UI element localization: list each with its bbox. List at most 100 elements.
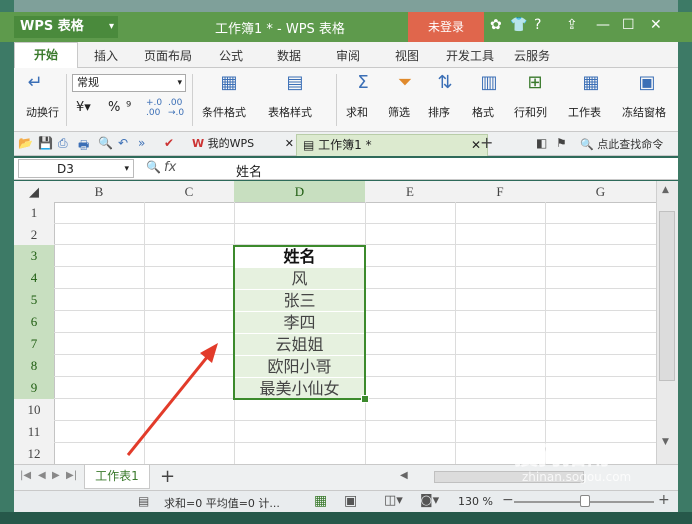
add-sheet-icon[interactable]: + (160, 466, 175, 487)
row-header-12[interactable]: 12 (14, 443, 55, 464)
pdf-icon[interactable]: ⎙ (58, 136, 68, 151)
save-icon[interactable]: 💾 (38, 136, 53, 150)
select-all-corner[interactable]: ◢ (14, 181, 55, 203)
zoom-out-icon[interactable]: − (502, 492, 514, 508)
skin-icon[interactable]: ✿ (490, 17, 502, 33)
worksheet-button[interactable]: 工作表 (568, 104, 601, 120)
column-header-b[interactable]: B (54, 181, 145, 203)
check-icon[interactable]: ✔ (164, 136, 174, 150)
tab-developer[interactable]: 开发工具 (446, 47, 494, 64)
close-icon[interactable]: ✕ (650, 17, 662, 33)
row-header-1[interactable]: 1 (14, 202, 55, 225)
tab-page-layout[interactable]: 页面布局 (144, 47, 192, 64)
zoom-in-icon[interactable]: + (658, 492, 670, 508)
name-box[interactable]: D3 ▾ (18, 159, 134, 178)
row-header-2[interactable]: 2 (14, 224, 55, 246)
wrap-text-button[interactable]: 动换行 (26, 104, 59, 120)
column-header-g[interactable]: G (545, 181, 656, 203)
zoom-icon[interactable]: 🔍 (146, 160, 161, 174)
spreadsheet-grid[interactable]: ◢ B C D E F G 1 2 3 4 5 6 7 8 9 10 11 12… (14, 181, 656, 464)
sum-button[interactable]: 求和 (346, 104, 368, 120)
scroll-left-icon[interactable]: ◀ (400, 470, 408, 481)
number-format-select[interactable]: 常规 ▾ (72, 74, 186, 92)
increase-decimal-button[interactable]: +.0.00 (146, 98, 162, 118)
next-sheet-icon[interactable]: ▶ (52, 470, 60, 481)
row-header-11[interactable]: 11 (14, 421, 55, 444)
zoom-slider-handle[interactable] (580, 495, 590, 507)
new-tab-icon[interactable]: + (480, 133, 493, 152)
tab-review[interactable]: 审阅 (336, 47, 360, 64)
tab-cloud[interactable]: 云服务 (514, 47, 550, 64)
wrap-text-icon[interactable]: ↵ (24, 72, 46, 94)
tab-home[interactable]: 开始 (14, 42, 78, 69)
sort-icon[interactable]: ⇅ (434, 72, 456, 94)
last-sheet-icon[interactable]: ▶| (66, 470, 77, 481)
row-col-button[interactable]: 行和列 (514, 104, 547, 120)
tab-formula[interactable]: 公式 (219, 47, 243, 64)
row-header-5[interactable]: 5 (14, 289, 55, 312)
more-icon[interactable]: » (138, 136, 145, 150)
currency-button[interactable]: ¥▾ (76, 100, 91, 115)
row-header-4[interactable]: 4 (14, 267, 55, 290)
preview-icon[interactable]: 🔍 (98, 136, 113, 150)
conditional-format-icon[interactable]: ▦ (218, 72, 240, 94)
tab-view[interactable]: 视图 (395, 47, 419, 64)
freeze-panes-icon[interactable]: ▣ (636, 72, 658, 94)
login-button[interactable]: 未登录 (408, 12, 484, 42)
scroll-down-icon[interactable]: ▼ (662, 437, 669, 447)
doc-tab-workbook[interactable]: ▤ 工作簿1 * ✕ (296, 134, 488, 156)
freeze-panes-button[interactable]: 冻结窗格 (622, 104, 666, 120)
shirt-icon[interactable]: 👕 (510, 17, 527, 33)
tab-data[interactable]: 数据 (277, 47, 301, 64)
sum-icon[interactable]: Σ (352, 72, 374, 94)
app-menu-button[interactable]: WPS 表格 ▾ (14, 16, 118, 38)
prev-sheet-icon[interactable]: ◀ (38, 470, 46, 481)
format-icon[interactable]: ▥ (478, 72, 500, 94)
doc-tab-my-wps[interactable]: W 我的WPS ✕ (192, 134, 294, 154)
formula-input[interactable]: 姓名 (236, 161, 262, 180)
scroll-up-icon[interactable]: ▲ (662, 185, 669, 195)
help-icon[interactable]: ? (534, 17, 541, 33)
tab-insert[interactable]: 插入 (94, 47, 118, 64)
conditional-format-button[interactable]: 条件格式 (202, 104, 246, 120)
open-folder-icon[interactable]: 📂 (18, 136, 33, 150)
table-style-button[interactable]: 表格样式 (268, 104, 312, 120)
sheet-tab-1[interactable]: 工作表1 (84, 465, 150, 489)
print-icon[interactable]: 🖶 (78, 136, 89, 157)
percent-button[interactable]: % (108, 100, 120, 115)
comma-button[interactable]: ⁹ (126, 100, 131, 115)
row-header-6[interactable]: 6 (14, 311, 55, 334)
find-command-search[interactable]: 🔍 点此查找命令 (580, 136, 663, 152)
row-header-9[interactable]: 9 (14, 377, 55, 400)
upload-icon[interactable]: ⇪ (566, 17, 578, 33)
close-icon[interactable]: ✕ (285, 134, 294, 154)
row-header-7[interactable]: 7 (14, 333, 55, 356)
normal-view-icon[interactable]: ▦ (314, 493, 327, 509)
page-break-view-icon[interactable]: ▣ (344, 493, 357, 509)
fx-icon[interactable]: fx (164, 160, 176, 175)
row-header-10[interactable]: 10 (14, 399, 55, 422)
maximize-icon[interactable]: ☐ (622, 17, 635, 33)
format-button[interactable]: 格式 (472, 104, 494, 120)
row-header-8[interactable]: 8 (14, 355, 55, 378)
filter-button[interactable]: 筛选 (388, 104, 410, 120)
column-header-f[interactable]: F (455, 181, 546, 203)
filter-icon[interactable]: ⏷ (394, 72, 416, 94)
zoom-level[interactable]: 130 % (458, 495, 493, 508)
doc-icon[interactable]: ◧ (536, 136, 547, 150)
layout-view-icon[interactable]: ◫▾ (384, 493, 403, 508)
sort-button[interactable]: 排序 (428, 104, 450, 120)
table-style-icon[interactable]: ▤ (284, 72, 306, 94)
vertical-scroll-thumb[interactable] (659, 211, 675, 381)
decrease-decimal-button[interactable]: .00 →.0 (168, 98, 184, 118)
row-col-icon[interactable]: ⊞ (524, 72, 546, 94)
minimize-icon[interactable]: — (596, 17, 610, 33)
column-header-d[interactable]: D (234, 181, 366, 203)
column-header-c[interactable]: C (144, 181, 235, 203)
flag-icon[interactable]: ⚑ (556, 136, 567, 150)
reading-view-icon[interactable]: ◙▾ (420, 493, 439, 508)
worksheet-icon[interactable]: ▦ (580, 72, 602, 94)
fill-handle[interactable] (361, 395, 369, 403)
vertical-scrollbar[interactable]: ▲ ▼ (656, 181, 678, 464)
row-header-3[interactable]: 3 (14, 245, 55, 268)
